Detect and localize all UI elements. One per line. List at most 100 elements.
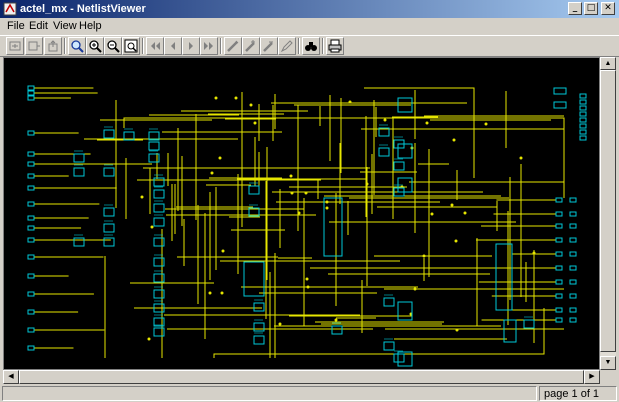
wire-junction (463, 211, 467, 215)
scroll-right-button[interactable]: ▶ (584, 370, 600, 384)
wire-junction (278, 322, 282, 326)
probe-remove-icon[interactable] (260, 37, 278, 55)
app-icon (3, 2, 17, 16)
logic-gate (383, 341, 395, 351)
status-bar: page 1 of 1 (0, 385, 619, 402)
output-port (569, 293, 577, 299)
input-port (27, 173, 35, 179)
wire-junction (290, 191, 294, 195)
output-port (569, 265, 577, 271)
zoom-fit-icon[interactable] (122, 37, 140, 55)
output-port (569, 307, 577, 313)
output-port (579, 135, 587, 141)
horizontal-scroll-thumb[interactable] (19, 370, 584, 384)
flip-flop (397, 143, 413, 159)
toolbar-separator (322, 38, 324, 54)
output-buffer (555, 237, 563, 243)
input-port (27, 95, 35, 101)
wire-junction (422, 254, 426, 258)
logic-gate (148, 141, 160, 151)
register-block (243, 261, 265, 297)
input-port (27, 130, 35, 136)
page-indicator: page 1 of 1 (539, 386, 617, 401)
wire-junction (304, 191, 308, 195)
zoom-out-icon[interactable] (104, 37, 122, 55)
logic-gate (383, 297, 395, 307)
probe-add-icon[interactable] (242, 37, 260, 55)
output-buffer (555, 265, 563, 271)
output-buffer (555, 223, 563, 229)
first-page-icon[interactable] (146, 37, 164, 55)
prev-page-icon[interactable] (164, 37, 182, 55)
toolbar-separator (64, 38, 66, 54)
output-port (579, 123, 587, 129)
maximize-button[interactable]: □ (584, 2, 598, 15)
wire-junction (249, 103, 253, 107)
input-port (27, 254, 35, 260)
wire-junction (289, 174, 293, 178)
probe-icon[interactable] (224, 37, 242, 55)
wire-junction (297, 211, 301, 215)
output-port (569, 237, 577, 243)
scroll-up-button[interactable]: ▲ (600, 57, 616, 70)
menu-help[interactable]: Help (79, 20, 102, 32)
close-button[interactable]: ✕ (601, 2, 615, 15)
wire-junction (430, 212, 434, 216)
scroll-left-button[interactable]: ◀ (3, 370, 19, 384)
zoom-in-icon[interactable] (86, 37, 104, 55)
export-button[interactable] (44, 37, 62, 55)
zoom-in-box-button[interactable] (25, 37, 43, 55)
logic-gate (153, 177, 165, 187)
wire-junction (454, 239, 458, 243)
logic-gate (248, 185, 260, 195)
horizontal-scrollbar[interactable]: ◀ ▶ (3, 370, 600, 384)
logic-gate (253, 302, 265, 312)
last-page-icon[interactable] (200, 37, 218, 55)
zoom-select-icon[interactable] (68, 37, 86, 55)
schematic-canvas[interactable] (3, 57, 600, 370)
netlist-schematic (27, 85, 587, 367)
wire-junction (306, 285, 310, 289)
menu-edit[interactable]: Edit (29, 20, 48, 32)
wire-junction (413, 287, 417, 291)
input-port (27, 161, 35, 167)
output-port (579, 99, 587, 105)
output-port (579, 129, 587, 135)
wire-junction (365, 182, 369, 186)
wire-junction (425, 121, 429, 125)
output-buffer (555, 251, 563, 257)
logic-gate (103, 207, 115, 217)
vertical-scroll-thumb[interactable] (600, 70, 616, 352)
logic-gate (393, 353, 405, 363)
pencil-icon[interactable] (278, 37, 296, 55)
minimize-button[interactable]: _ (568, 2, 582, 15)
output-buffer (555, 211, 563, 217)
wire-junction (221, 249, 225, 253)
menu-file[interactable]: File (7, 20, 25, 32)
input-port (27, 85, 35, 91)
output-port (579, 93, 587, 99)
wire-junction (305, 277, 309, 281)
next-page-icon[interactable] (182, 37, 200, 55)
logic-gate (103, 129, 115, 139)
wire-junction (334, 318, 338, 322)
print-icon[interactable] (326, 37, 344, 55)
find-icon[interactable] (302, 37, 320, 55)
output-buffer (555, 279, 563, 285)
fit-window-button[interactable] (6, 37, 24, 55)
wire-junction (220, 291, 224, 295)
toolbar-separator (298, 38, 300, 54)
toolbar (0, 35, 619, 57)
vertical-scrollbar[interactable]: ▲ ▼ (600, 57, 616, 370)
input-port (27, 273, 35, 279)
logic-gate (523, 319, 535, 329)
scroll-down-button[interactable]: ▼ (600, 356, 616, 370)
input-port (27, 151, 35, 157)
output-port (569, 317, 577, 323)
wire-junction (450, 203, 454, 207)
wire-junction (325, 206, 329, 210)
output-port (579, 111, 587, 117)
menu-view[interactable]: View (53, 20, 77, 32)
input-port (27, 90, 35, 96)
input-port (27, 327, 35, 333)
